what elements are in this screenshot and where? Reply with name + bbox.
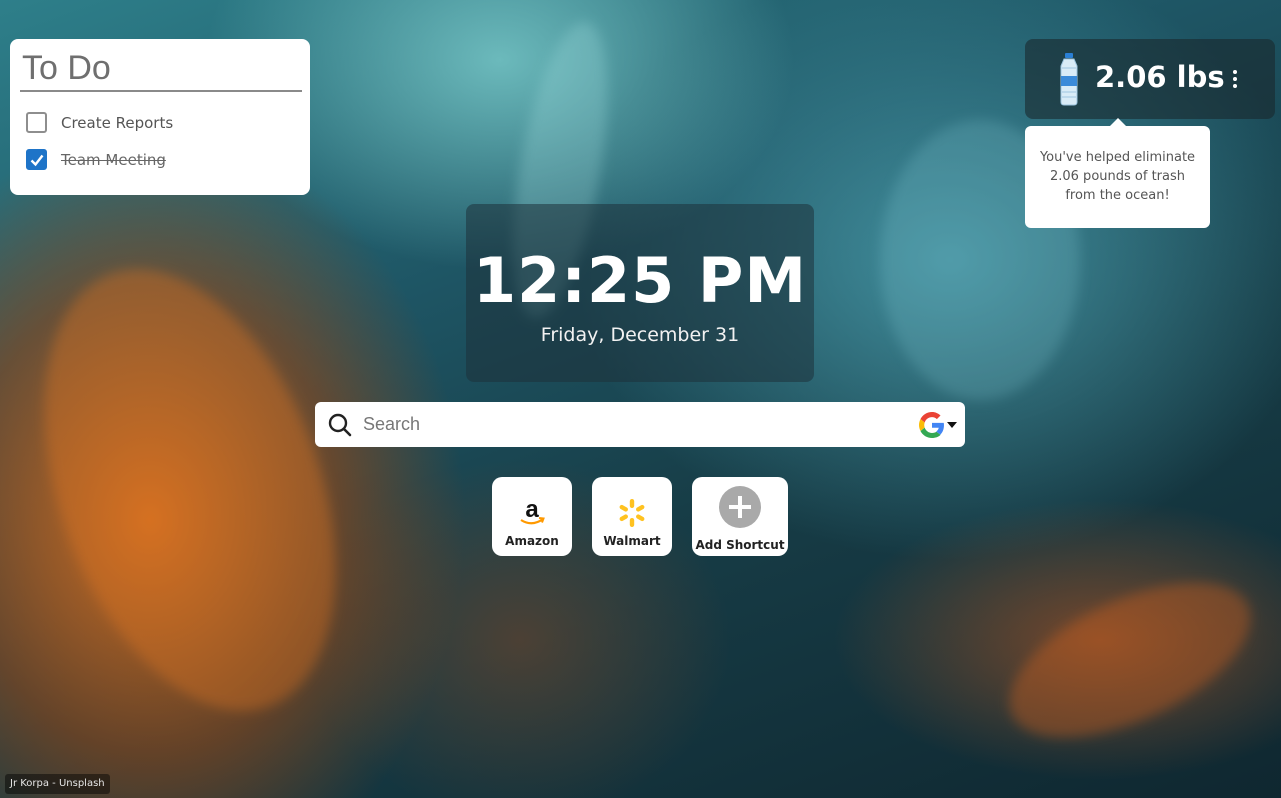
walmart-icon: [619, 499, 645, 527]
clock-time: 12:25 PM: [472, 244, 808, 317]
todo-item[interactable]: Team Meeting: [20, 141, 300, 178]
impact-tooltip: You've helped eliminate 2.06 pounds of t…: [1025, 126, 1210, 228]
google-icon: [919, 412, 944, 438]
todo-item-label: Team Meeting: [61, 150, 166, 169]
add-shortcut-button[interactable]: Add Shortcut: [692, 477, 788, 556]
search-bar[interactable]: [315, 402, 965, 447]
shortcut-label: Walmart: [603, 534, 661, 548]
checkmark-icon: [30, 154, 43, 166]
todo-item[interactable]: Create Reports: [20, 104, 300, 141]
search-engine-selector[interactable]: [919, 412, 959, 438]
todo-checkbox-checked[interactable]: [26, 149, 47, 170]
ocean-impact-widget[interactable]: 2.06 lbs: [1025, 39, 1275, 119]
impact-amount: 2.06 lbs: [1095, 60, 1225, 94]
amazon-icon: a: [520, 497, 545, 525]
svg-text:a: a: [525, 497, 539, 523]
shortcut-label: Amazon: [505, 534, 559, 548]
search-icon: [328, 413, 352, 436]
shortcut-walmart[interactable]: Walmart: [592, 477, 672, 556]
todo-title: To Do: [20, 45, 302, 92]
shortcut-amazon[interactable]: a Amazon: [492, 477, 572, 556]
todo-checkbox[interactable]: [26, 112, 47, 133]
todo-item-label: Create Reports: [61, 113, 174, 132]
plus-icon: [719, 486, 761, 528]
more-options-icon[interactable]: [1230, 69, 1240, 89]
shortcut-label: Add Shortcut: [695, 538, 785, 552]
photo-credit-link[interactable]: Jr Korpa - Unsplash: [5, 774, 110, 794]
clock-date: Friday, December 31: [540, 324, 740, 346]
search-input[interactable]: [361, 413, 905, 436]
todo-widget: To Do Create Reports Team Meeting: [10, 39, 310, 195]
chevron-down-icon: [947, 422, 957, 428]
water-bottle-icon: [1060, 53, 1078, 106]
tooltip-arrow: [1110, 118, 1126, 126]
clock-widget: 12:25 PM Friday, December 31: [466, 204, 814, 382]
